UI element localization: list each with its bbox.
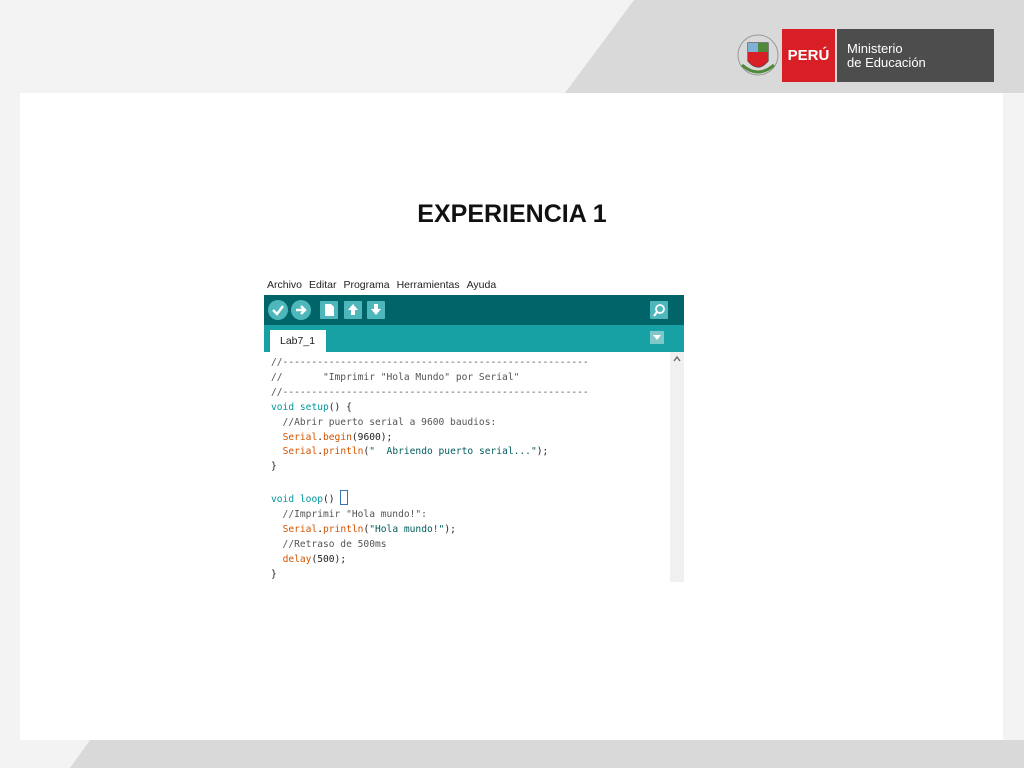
code-function: setup bbox=[299, 401, 329, 413]
open-icon bbox=[348, 304, 358, 315]
code-line: } bbox=[271, 568, 277, 580]
code-object: Serial bbox=[282, 446, 318, 458]
save-button[interactable] bbox=[367, 301, 385, 319]
upload-button[interactable] bbox=[291, 300, 311, 320]
serial-monitor-icon bbox=[653, 304, 665, 317]
code-line: //--------------------------------------… bbox=[271, 357, 589, 368]
code-line: //Imprimir "Hola mundo!": bbox=[271, 509, 427, 521]
code-string: "Hola mundo!" bbox=[369, 523, 445, 535]
code-text: //--------------------------------------… bbox=[271, 357, 589, 580]
save-icon bbox=[371, 304, 381, 315]
upload-icon bbox=[296, 305, 307, 315]
tab-bar: Lab7_1 bbox=[264, 325, 684, 352]
menu-programa[interactable]: Programa bbox=[343, 279, 389, 291]
new-icon bbox=[325, 304, 334, 316]
new-button[interactable] bbox=[320, 301, 338, 319]
chevron-down-icon bbox=[653, 335, 661, 340]
code-token: (500); bbox=[311, 553, 347, 565]
editor-scrollbar[interactable] bbox=[670, 352, 684, 582]
serial-monitor-button[interactable] bbox=[650, 301, 668, 319]
arduino-ide-window: Archivo Editar Programa Herramientas Ayu… bbox=[264, 276, 684, 582]
menu-archivo[interactable]: Archivo bbox=[267, 279, 302, 291]
toolbar bbox=[264, 295, 684, 325]
verify-icon bbox=[272, 305, 284, 316]
code-token: (9600); bbox=[351, 431, 393, 443]
code-function: println bbox=[323, 523, 364, 535]
code-function: begin bbox=[323, 431, 352, 443]
code-keyword: void bbox=[271, 494, 295, 506]
code-function: delay bbox=[282, 553, 312, 565]
code-token: () { bbox=[328, 401, 352, 413]
menu-herramientas[interactable]: Herramientas bbox=[397, 279, 460, 291]
code-line: } bbox=[271, 461, 277, 473]
text-cursor bbox=[340, 490, 349, 506]
code-line: //Abrir puerto serial a 9600 baudios: bbox=[271, 416, 497, 428]
menu-editar[interactable]: Editar bbox=[309, 279, 336, 291]
code-object: Serial bbox=[282, 431, 318, 443]
ministry-line-1: Ministerio bbox=[847, 40, 903, 56]
code-token: () bbox=[323, 494, 341, 506]
code-line: //--------------------------------------… bbox=[271, 386, 589, 398]
code-token: ); bbox=[536, 446, 549, 458]
verify-button[interactable] bbox=[268, 300, 288, 320]
code-string: " Abriendo puerto serial..." bbox=[369, 446, 537, 458]
ministry-line-2: de Educación bbox=[847, 54, 926, 70]
menu-ayuda[interactable]: Ayuda bbox=[467, 279, 497, 291]
peru-label: PERÚ bbox=[782, 29, 835, 82]
code-line: // "Imprimir "Hola Mundo" por Serial" bbox=[271, 371, 520, 383]
code-keyword: void bbox=[271, 401, 295, 413]
code-function: loop bbox=[299, 494, 323, 506]
open-button[interactable] bbox=[344, 301, 362, 319]
tab-menu-button[interactable] bbox=[650, 331, 664, 344]
code-function: println bbox=[323, 446, 364, 458]
ministry-logo: PERÚ Ministerio de Educación bbox=[736, 29, 994, 82]
slide-title: EXPERIENCIA 1 bbox=[417, 200, 607, 228]
code-editor[interactable]: //--------------------------------------… bbox=[264, 352, 670, 582]
chevron-up-icon bbox=[673, 355, 681, 362]
coat-of-arms-icon bbox=[737, 34, 779, 76]
ministry-label: Ministerio de Educación bbox=[837, 29, 994, 82]
menu-bar: Archivo Editar Programa Herramientas Ayu… bbox=[264, 276, 684, 294]
code-object: Serial bbox=[282, 523, 318, 535]
tab-lab7-1[interactable]: Lab7_1 bbox=[270, 330, 326, 352]
code-token: ); bbox=[444, 523, 456, 535]
code-line: //Retraso de 500ms bbox=[271, 538, 387, 550]
